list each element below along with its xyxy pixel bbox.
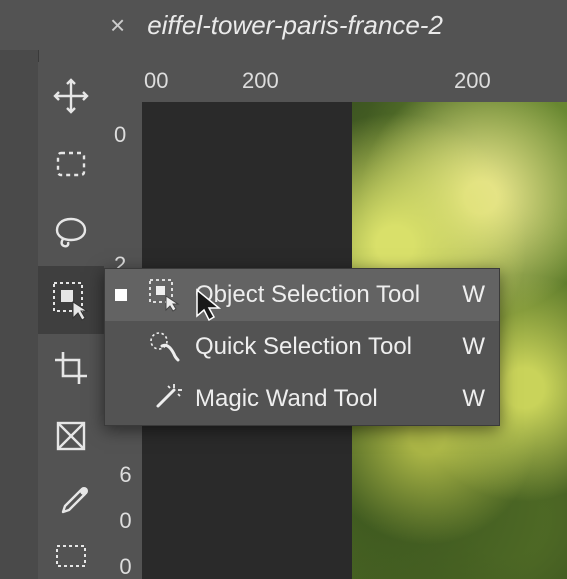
- object-selection-icon: [147, 277, 183, 313]
- marquee-icon: [51, 144, 91, 184]
- move-icon: [51, 76, 91, 116]
- ruler-label: 00: [144, 68, 168, 94]
- flyout-item-quick-selection[interactable]: Quick Selection Tool W: [105, 321, 499, 373]
- app-root: ›› × eiffel-tower-paris-france-2: [0, 0, 567, 579]
- toolbox: [38, 62, 104, 579]
- magic-wand-icon: [147, 381, 183, 417]
- document-tab-bar: × eiffel-tower-paris-france-2: [0, 0, 567, 50]
- ruler-label: 200: [454, 68, 491, 94]
- flyout-item-shortcut: W: [462, 333, 485, 361]
- flyout-item-label: Object Selection Tool: [195, 281, 454, 309]
- lasso-tool[interactable]: [38, 198, 104, 266]
- spot-healing-icon: [51, 544, 91, 572]
- flyout-item-shortcut: W: [462, 281, 485, 309]
- document-title[interactable]: eiffel-tower-paris-france-2: [147, 10, 443, 41]
- move-tool[interactable]: [38, 62, 104, 130]
- close-tab-button[interactable]: ×: [110, 12, 125, 38]
- options-strip: ››: [0, 0, 39, 579]
- current-tool-marker-icon: [115, 289, 127, 301]
- eyedropper-icon: [51, 484, 91, 524]
- flyout-item-object-selection[interactable]: Object Selection Tool W: [105, 269, 499, 321]
- ruler-horizontal[interactable]: 00 200 200: [104, 62, 567, 102]
- ruler-label: 0: [114, 122, 126, 148]
- crop-tool[interactable]: [38, 334, 104, 402]
- crop-icon: [51, 348, 91, 388]
- flyout-item-label: Quick Selection Tool: [195, 333, 454, 361]
- ruler-label: 200: [242, 68, 279, 94]
- object-selection-tool[interactable]: [38, 266, 104, 334]
- frame-icon: [51, 416, 91, 456]
- ruler-label: 6 0 0: [114, 462, 136, 577]
- flyout-item-magic-wand[interactable]: Magic Wand Tool W: [105, 373, 499, 425]
- more-tool[interactable]: [38, 538, 104, 578]
- eyedropper-tool[interactable]: [38, 470, 104, 538]
- lasso-icon: [51, 212, 91, 252]
- tool-flyout-menu: Object Selection Tool W Quick Selection …: [104, 268, 500, 426]
- rectangular-marquee-tool[interactable]: [38, 130, 104, 198]
- quick-selection-icon: [147, 329, 183, 365]
- frame-tool[interactable]: [38, 402, 104, 470]
- flyout-item-shortcut: W: [462, 385, 485, 413]
- object-selection-icon: [49, 278, 93, 322]
- flyout-item-label: Magic Wand Tool: [195, 385, 454, 413]
